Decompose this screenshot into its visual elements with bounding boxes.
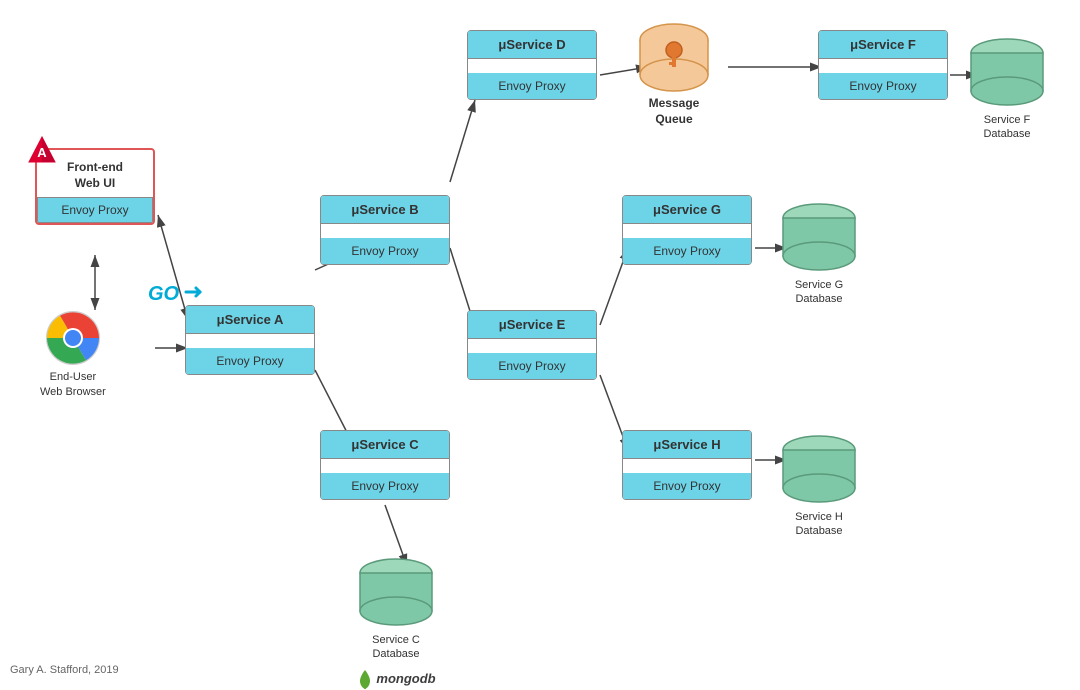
service-b-header: μService B — [321, 196, 449, 224]
db-f-box: Service FDatabase — [966, 35, 1048, 142]
db-f-icon — [966, 35, 1048, 107]
service-e-proxy: Envoy Proxy — [468, 353, 596, 379]
db-c-label: Service CDatabase — [372, 633, 420, 662]
service-h-header: μService H — [623, 431, 751, 459]
db-g-icon — [778, 200, 860, 272]
footer-text: Gary A. Stafford, 2019 — [10, 664, 119, 676]
service-e-header: μService E — [468, 311, 596, 339]
db-f-label: Service FDatabase — [983, 113, 1030, 142]
service-d-proxy: Envoy Proxy — [468, 73, 596, 99]
chrome-icon — [45, 310, 101, 366]
frontend-box: A Front-endWeb UI Envoy Proxy — [35, 148, 155, 225]
service-c-box: μService C Envoy Proxy — [320, 430, 450, 500]
browser-group: End-UserWeb Browser — [40, 310, 106, 401]
service-a-header: μService A — [186, 306, 314, 334]
service-g-header: μService G — [623, 196, 751, 224]
service-b-box: μService B Envoy Proxy — [320, 195, 450, 265]
mongodb-logo: mongodb — [356, 668, 435, 690]
service-b-proxy: Envoy Proxy — [321, 238, 449, 264]
service-f-header: μService F — [819, 31, 947, 59]
diagram: A Front-endWeb UI Envoy Proxy End-UserWe… — [0, 0, 1080, 684]
service-h-box: μService H Envoy Proxy — [622, 430, 752, 500]
svg-text:A: A — [37, 145, 47, 160]
service-a-box: μService A Envoy Proxy — [185, 305, 315, 375]
mongodb-icon — [356, 668, 374, 690]
service-f-box: μService F Envoy Proxy — [818, 30, 948, 100]
db-g-box: Service GDatabase — [778, 200, 860, 307]
service-e-box: μService E Envoy Proxy — [467, 310, 597, 380]
mq-label: MessageQueue — [649, 96, 700, 127]
service-c-header: μService C — [321, 431, 449, 459]
db-h-icon — [778, 432, 860, 504]
message-queue-box: MessageQueue — [635, 20, 713, 127]
db-h-label: Service HDatabase — [795, 510, 843, 539]
frontend-proxy-label: Envoy Proxy — [37, 197, 153, 223]
service-h-proxy: Envoy Proxy — [623, 473, 751, 499]
frontend-title: Front-endWeb UI — [45, 160, 145, 191]
service-f-proxy: Envoy Proxy — [819, 73, 947, 99]
db-g-label: Service GDatabase — [795, 278, 843, 307]
message-queue-icon — [635, 20, 713, 92]
service-g-box: μService G Envoy Proxy — [622, 195, 752, 265]
service-g-proxy: Envoy Proxy — [623, 238, 751, 264]
browser-label: End-UserWeb Browser — [40, 370, 106, 401]
service-d-header: μService D — [468, 31, 596, 59]
db-c-icon — [355, 555, 437, 627]
service-c-proxy: Envoy Proxy — [321, 473, 449, 499]
service-a-proxy: Envoy Proxy — [186, 348, 314, 374]
angular-icon: A — [27, 135, 57, 165]
db-h-box: Service HDatabase — [778, 432, 860, 539]
service-d-box: μService D Envoy Proxy — [467, 30, 597, 100]
db-c-box: Service CDatabase mongodb — [355, 555, 437, 690]
svg-text:GO: GO — [148, 283, 180, 305]
